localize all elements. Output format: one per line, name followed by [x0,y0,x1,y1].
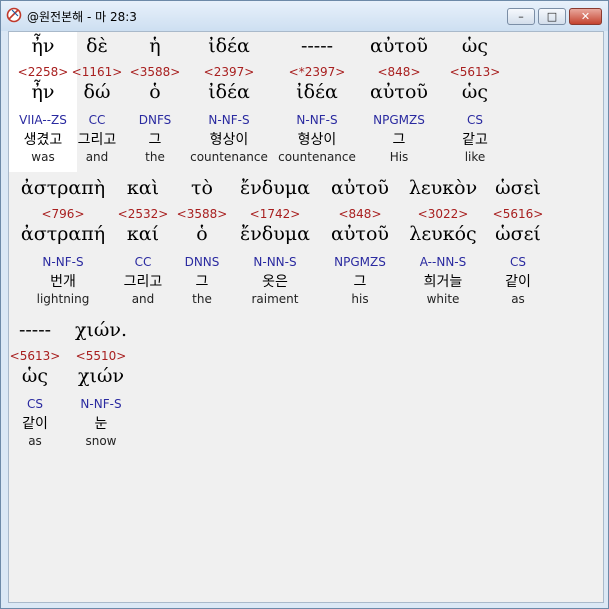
word-block[interactable]: ----- <*2397> ἰδέα N-NF-S 형상이 countenanc… [278,32,356,172]
korean-gloss: 같이 [505,274,531,290]
korean-gloss: 그 [353,274,367,290]
korean-gloss: 옷은 [262,274,288,290]
strongs-number: <*2397> [288,65,346,79]
word-block[interactable]: ἰδέα <2397> ἰδέα N-NF-S 형상이 countenance [190,32,268,172]
parsing-code: N-NF-S [80,397,122,411]
greek-text: χιών. [74,319,128,341]
parsing-code: N-NF-S [42,255,84,269]
word-block[interactable]: αὐτοῦ <848> αὐτοῦ NPGMZS 그 his [326,174,394,314]
title-bar[interactable]: @원전본해 - 마 28:3 – □ ✕ [1,1,608,31]
maximize-icon: □ [546,10,558,23]
parsing-code: CS [510,255,526,269]
close-icon: ✕ [580,10,591,23]
strongs-number: <1742> [249,207,301,221]
greek-text: ὡσεὶ [495,177,541,199]
lemma-text: χιών [77,365,124,387]
word-block[interactable]: χιών. <5510> χιών N-NF-S 눈 snow [67,316,135,456]
maximize-button[interactable]: □ [538,8,566,25]
parsing-code: N-NF-S [296,113,338,127]
word-block[interactable]: ὡς <5613> ὡς CS 같고 like [441,32,509,172]
strongs-number: <5616> [492,207,544,221]
parsing-code: N-NF-S [208,113,250,127]
strongs-number: <5510> [75,349,127,363]
english-gloss: countenance [190,150,268,164]
parsing-code: N-NN-S [253,255,297,269]
strongs-number: <848> [338,207,382,221]
english-gloss: as [511,292,525,306]
korean-gloss: 형상이 [209,132,249,148]
parsing-code: CS [467,113,483,127]
greek-text: ὡς [461,35,489,57]
interlinear-panel[interactable]: ἦν <2258> ἦν VIIA--ZS 생겼고 was δὲ <1161> … [8,31,604,603]
korean-gloss: 형상이 [297,132,337,148]
strongs-number: <848> [377,65,421,79]
english-gloss: like [464,150,486,164]
strongs-number: <796> [41,207,85,221]
korean-gloss: 번개 [50,274,76,290]
minimize-button[interactable]: – [507,8,535,25]
strongs-number: <2397> [203,65,255,79]
parsing-code: NPGMZS [334,255,386,269]
lemma-text: ὡς [461,81,489,103]
word-block[interactable]: ἀστραπὴ <796> ἀστραπή N-NF-S 번개 lightnin… [21,174,105,314]
close-button[interactable]: ✕ [569,8,602,25]
strongs-number: <5613> [449,65,501,79]
english-gloss: his [351,292,369,306]
english-gloss: raiment [251,292,299,306]
english-gloss: snow [85,434,117,448]
window-title: @원전본해 - 마 28:3 [27,10,137,24]
word-block[interactable]: ἔνδυμα <1742> ἔνδυμα N-NN-S 옷은 raiment [240,174,310,314]
word-block[interactable]: ὡσεὶ <5616> ὡσεί CS 같이 as [484,174,552,314]
app-icon [6,7,22,23]
app-window: @원전본해 - 마 28:3 – □ ✕ ἦν <2258> ἦν VIIA--… [0,0,609,609]
korean-gloss: 눈 [94,416,108,432]
korean-gloss: 같고 [462,132,488,148]
minimize-icon: – [518,10,524,23]
lemma-text: ὡσεί [495,223,541,245]
